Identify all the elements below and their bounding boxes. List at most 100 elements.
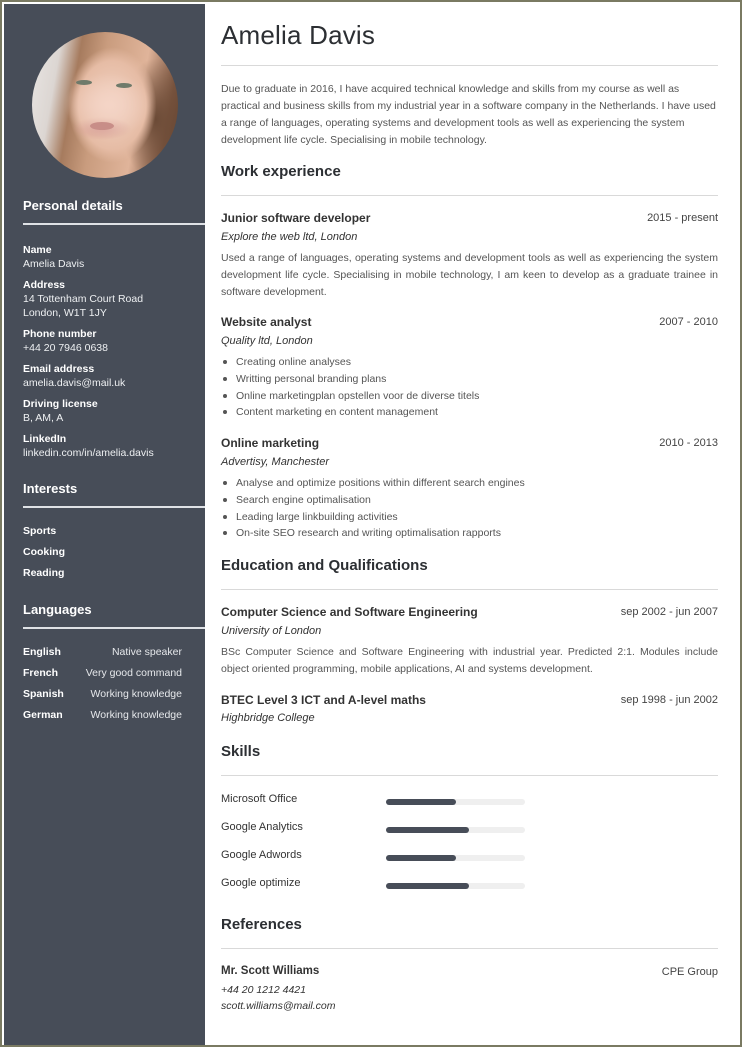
education-institution: University of London bbox=[221, 625, 322, 637]
education-title: Computer Science and Software Engineerin… bbox=[221, 605, 478, 619]
bullet-item: Writting personal branding plans bbox=[221, 371, 718, 388]
reference-organization: CPE Group bbox=[661, 966, 718, 978]
field-label: Email address bbox=[23, 363, 95, 375]
bullet-item: On-site SEO research and writing optimal… bbox=[221, 525, 718, 542]
skill-name: Microsoft Office bbox=[221, 793, 298, 805]
interest-item: Cooking bbox=[23, 546, 65, 558]
bullet-text: Creating online analyses bbox=[236, 356, 351, 368]
skill-name: Google Analytics bbox=[221, 821, 303, 833]
language-name: Spanish bbox=[23, 688, 64, 700]
personal-details-heading: Personal details bbox=[23, 198, 123, 213]
resume-page: Personal details Name Amelia Davis Addre… bbox=[0, 0, 742, 1047]
bullet-dot-icon bbox=[223, 481, 227, 485]
field-label: Driving license bbox=[23, 398, 98, 410]
field-value: 14 Tottenham Court Road bbox=[23, 293, 144, 305]
bullet-dot-icon bbox=[223, 393, 227, 398]
name-divider bbox=[221, 65, 718, 66]
languages-heading: Languages bbox=[23, 602, 92, 617]
interests-divider bbox=[23, 506, 205, 508]
work-divider bbox=[221, 195, 718, 196]
reference-email[interactable]: scott.williams@mail.com bbox=[221, 1000, 336, 1012]
sidebar: Personal details Name Amelia Davis Addre… bbox=[4, 4, 205, 1045]
personal-details-divider bbox=[23, 223, 205, 225]
language-name: English bbox=[23, 646, 61, 658]
bullet-text: Analyse and optimize positions within di… bbox=[236, 477, 525, 489]
interest-item: Reading bbox=[23, 567, 65, 579]
language-name: French bbox=[23, 667, 59, 679]
job-title: Website analyst bbox=[221, 315, 312, 329]
job-organization: Quality ltd, London bbox=[221, 335, 313, 347]
education-heading: Education and Qualifications bbox=[221, 557, 428, 574]
education-title: BTEC Level 3 ICT and A-level maths bbox=[221, 693, 426, 707]
profile-photo bbox=[32, 32, 178, 178]
bullet-dot-icon bbox=[223, 376, 227, 381]
skill-bar-track bbox=[386, 883, 525, 889]
candidate-name: Amelia Davis bbox=[221, 20, 376, 50]
bullet-text: Content marketing en content management bbox=[236, 406, 438, 419]
photo-lips bbox=[90, 122, 114, 130]
field-label: Phone number bbox=[23, 328, 97, 340]
job-date: 2010 - 2013 bbox=[659, 437, 718, 449]
language-name: German bbox=[23, 709, 63, 721]
job-title: Junior software developer bbox=[221, 211, 371, 225]
bullet-item: Content marketing en content management bbox=[221, 404, 718, 421]
bullet-text: Online marketingplan opstellen voor de d… bbox=[236, 389, 480, 402]
linkedin-link[interactable]: linkedin.com/in/amelia.davis bbox=[23, 446, 154, 460]
bullet-text: On-site SEO research and writing optimal… bbox=[236, 527, 501, 540]
job-bullets: Creating online analyses Writting person… bbox=[221, 354, 718, 421]
job-organization: Explore the web ltd, London bbox=[221, 231, 358, 243]
references-divider bbox=[221, 948, 718, 949]
bullet-dot-icon bbox=[223, 410, 227, 415]
language-row: Spanish Working knowledge bbox=[23, 688, 182, 700]
field-email: Email address amelia.davis@mail.uk bbox=[23, 362, 125, 390]
job-bullets: Analyse and optimize positions within di… bbox=[221, 475, 718, 542]
bullet-text: Search engine optimalisation bbox=[236, 493, 371, 506]
field-value: Amelia Davis bbox=[23, 258, 85, 270]
bullet-item: Leading large linkbuilding activities bbox=[221, 509, 718, 526]
skill-bar-fill bbox=[386, 827, 470, 833]
reference-phone: +44 20 1212 4421 bbox=[221, 984, 306, 996]
skill-bar-track bbox=[386, 827, 525, 833]
language-row: German Working knowledge bbox=[23, 709, 182, 721]
photo-eye-left bbox=[76, 80, 92, 85]
language-level: Working knowledge bbox=[90, 688, 182, 700]
language-level: Native speaker bbox=[111, 646, 182, 658]
education-divider bbox=[221, 589, 718, 590]
profile-summary: Due to graduate in 2016, I have acquired… bbox=[221, 83, 716, 146]
field-label: LinkedIn bbox=[23, 433, 67, 445]
job-title: Online marketing bbox=[221, 436, 320, 450]
skill-bar-fill bbox=[386, 855, 456, 861]
language-level: Working knowledge bbox=[90, 709, 182, 721]
bullet-item: Analyse and optimize positions within di… bbox=[221, 475, 718, 492]
bullet-dot-icon bbox=[223, 497, 227, 502]
field-label: Address bbox=[23, 279, 66, 291]
field-driving-license: Driving license B, AM, A bbox=[23, 397, 98, 425]
language-row: French Very good command bbox=[23, 667, 182, 679]
education-description: BSc Computer Science and Software Engine… bbox=[221, 646, 718, 675]
field-phone: Phone number +44 20 7946 0638 bbox=[23, 327, 108, 355]
references-heading: References bbox=[221, 916, 302, 933]
education-date: sep 1998 - jun 2002 bbox=[620, 694, 718, 706]
bullet-item: Online marketingplan opstellen voor de d… bbox=[221, 388, 718, 405]
field-address: Address 14 Tottenham Court Road London, … bbox=[23, 278, 143, 320]
bullet-item: Creating online analyses bbox=[221, 354, 718, 371]
job-description: Used a range of languages, operating sys… bbox=[221, 252, 718, 298]
bullet-dot-icon bbox=[223, 531, 227, 536]
bullet-item: Search engine optimalisation bbox=[221, 492, 718, 509]
field-linkedin: LinkedIn linkedin.com/in/amelia.davis bbox=[23, 432, 154, 460]
education-institution: Highbridge College bbox=[221, 712, 315, 724]
language-level: Very good command bbox=[85, 667, 182, 679]
skill-bar-track bbox=[386, 799, 525, 805]
skill-bar-fill bbox=[386, 799, 456, 805]
interests-heading: Interests bbox=[23, 481, 78, 496]
field-label: Name bbox=[23, 244, 52, 256]
languages-divider bbox=[23, 627, 205, 629]
email-link[interactable]: amelia.davis@mail.uk bbox=[23, 376, 125, 390]
field-value: B, AM, A bbox=[23, 412, 64, 424]
interest-item: Sports bbox=[23, 525, 57, 537]
skill-bar-fill bbox=[386, 883, 470, 889]
bullet-dot-icon bbox=[223, 514, 227, 519]
job-organization: Advertisy, Manchester bbox=[221, 456, 330, 468]
skills-heading: Skills bbox=[221, 743, 261, 760]
photo-eye-right bbox=[116, 83, 132, 88]
